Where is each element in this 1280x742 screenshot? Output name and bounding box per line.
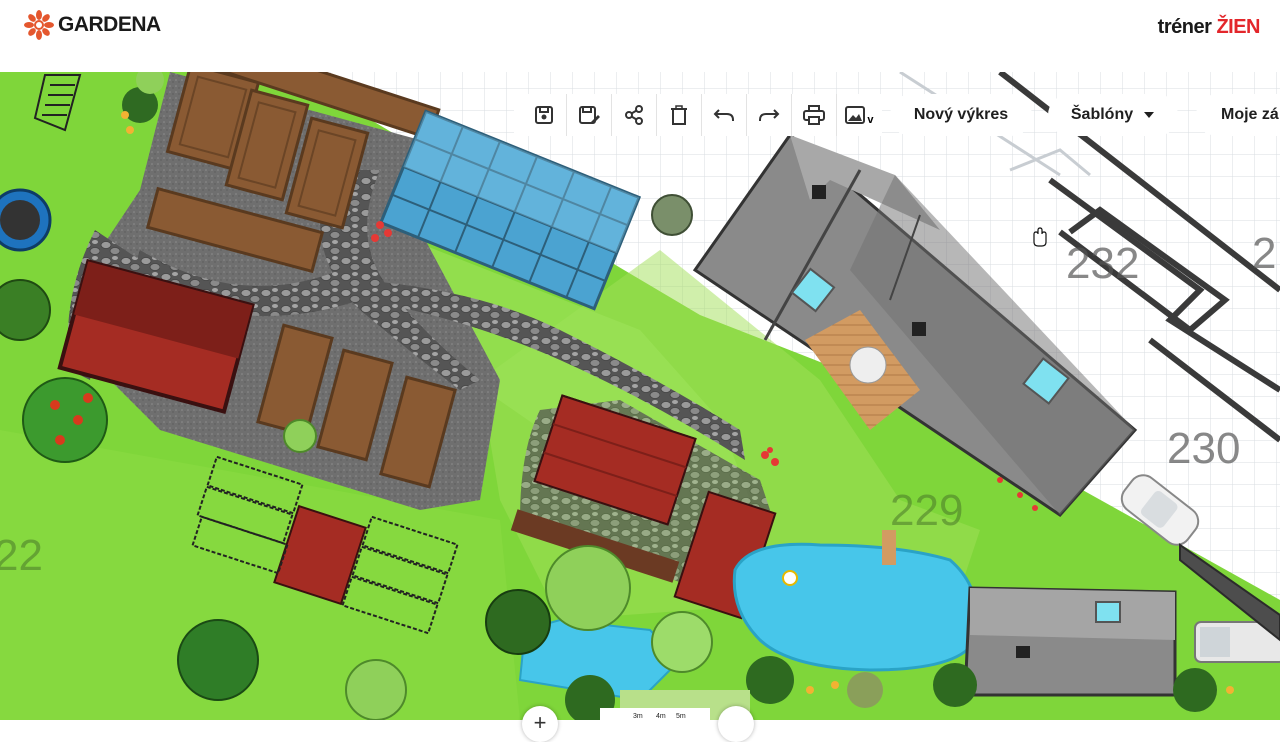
trampoline [0,190,50,250]
lot-number-229: 229 [890,486,963,535]
garage [965,588,1175,695]
trainer-prefix: tréner [1158,16,1212,38]
delete-button[interactable] [657,94,702,136]
save-button[interactable] [522,94,567,136]
undo-icon [713,107,735,123]
my-drawings-button[interactable]: Moje zá [1196,94,1280,136]
lot-number-232: 232 [1066,239,1139,288]
pier [882,530,896,565]
export-image-button[interactable]: v [837,94,882,136]
delete-icon [670,105,688,125]
new-drawing-button[interactable]: Nový výkres [890,94,1032,136]
save-icon [534,105,554,125]
redo-button[interactable] [747,94,792,136]
svg-text:2: 2 [1252,229,1276,278]
lot-number-22: 22 [0,531,43,580]
app-header: GARDENA tréner ŽIEN [0,0,1280,72]
share-icon [624,105,644,125]
garden-plan-canvas[interactable]: 232 230 229 22 2 3m 4m 5m [0,72,1280,720]
chevron-down-icon [1143,111,1155,119]
templates-dropdown[interactable]: Šablóny [1048,94,1178,136]
templates-label: Šablóny [1071,106,1133,124]
print-button[interactable] [792,94,837,136]
undo-button[interactable] [702,94,747,136]
trainer-accent: ŽIEN [1216,16,1260,38]
export-dropdown-caret: v [867,114,873,126]
gardena-flower-icon [24,10,54,40]
zoom-out-button[interactable] [718,706,754,742]
new-drawing-label: Nový výkres [914,106,1008,124]
zoom-in-label: + [534,710,547,742]
save-as-icon [578,105,600,125]
image-export-icon [845,105,865,125]
scale-bar: 3m 4m 5m [600,708,710,720]
gardena-logo[interactable]: GARDENA [24,10,161,40]
redo-icon [758,107,780,123]
garden-map[interactable]: 232 230 229 22 2 3m 4m 5m [0,72,1280,720]
my-drawings-label: Moje zá [1221,106,1279,124]
save-as-button[interactable] [567,94,612,136]
share-button[interactable] [612,94,657,136]
trainer-logo: tréner ŽIEN [1158,16,1260,39]
brand-name: GARDENA [58,13,161,37]
print-icon [803,105,825,125]
drawing-toolbar: v [514,94,882,136]
lot-number-230: 230 [1167,424,1240,473]
scale-label-4m: 4m [656,713,666,720]
zoom-in-button[interactable]: + [522,706,558,742]
scale-label-5m: 5m [676,713,686,720]
scale-label-3m: 3m [633,713,643,720]
